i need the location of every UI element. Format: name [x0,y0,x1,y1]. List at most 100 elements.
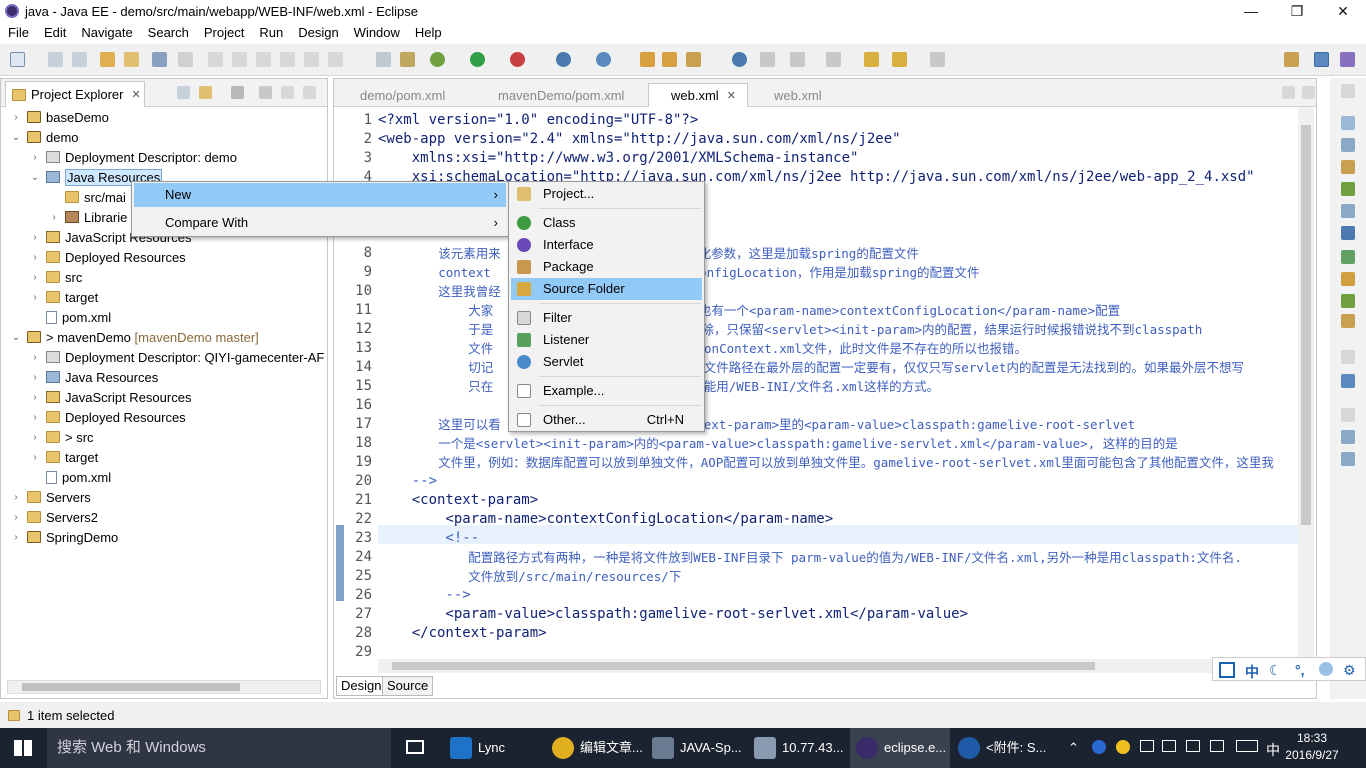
taskbar-app-java-sp[interactable]: JAVA-Sp... [646,728,746,768]
code-line[interactable]: <?xml version="1.0" encoding="UTF-8"?> [378,111,698,130]
java-perspective-icon[interactable] [1340,52,1355,67]
expand-icon[interactable]: › [30,292,40,303]
expand-icon[interactable]: › [30,392,40,403]
ime-expand-icon[interactable] [1219,662,1235,678]
collapse-icon[interactable]: ⌄ [30,172,40,183]
close-icon[interactable]: ✕ [727,89,736,102]
hierarchy-icon[interactable] [1341,430,1355,444]
menu-window[interactable]: Window [354,25,400,40]
tree-item-deployed-resources[interactable]: › Deployed Resources [30,247,185,267]
restore-icon[interactable] [1341,408,1355,422]
tree-item-libraries[interactable]: › Librarie [49,207,127,227]
toggle-icon[interactable] [376,52,391,67]
markers-icon[interactable] [1341,160,1355,174]
last-edit-icon[interactable] [864,52,879,67]
code-line[interactable]: --> [378,472,437,491]
expand-icon[interactable]: › [11,512,21,523]
tree-item-servers2[interactable]: › Servers2 [11,507,98,527]
new-java-class-icon[interactable] [596,52,611,67]
taskbar-app-eclipse[interactable]: eclipse.e... [850,728,950,768]
console-icon[interactable] [152,52,167,67]
expand-icon[interactable]: › [11,112,21,123]
ime-punct-icon[interactable]: °, [1295,662,1305,678]
tab-mavendemo-pom[interactable]: mavenDemo/pom.xml [476,83,642,107]
back-icon[interactable] [892,52,907,67]
minimize-view-icon[interactable] [281,86,294,99]
menu-item-example[interactable]: Example... [511,380,702,402]
code-line[interactable]: 文件放到/src/main/resources/下 [378,567,681,586]
code-line[interactable]: 这里可以看 一个是<context-param>里的<param-value>c… [378,415,1135,434]
scrollbar-thumb[interactable] [22,683,240,691]
prev-annotation-icon[interactable] [826,52,841,67]
scrollbar-thumb[interactable] [1301,125,1311,525]
ime-settings-icon[interactable]: ⚙ [1343,662,1356,679]
maximize-button[interactable]: ❐ [1274,0,1320,22]
menu-design[interactable]: Design [298,25,338,40]
collapse-all-icon[interactable] [177,86,190,99]
maximize-editor-icon[interactable] [1302,86,1315,99]
menu-help[interactable]: Help [415,25,442,40]
minimize-editor-icon[interactable] [1282,86,1295,99]
code-line[interactable]: 这里我曾经 [378,282,501,301]
menu-edit[interactable]: Edit [44,25,66,40]
link-editor-icon[interactable] [199,86,212,99]
wifi-icon[interactable] [1210,740,1224,752]
console-view-icon[interactable] [1341,294,1355,308]
taskbar-app-lync[interactable]: Lync [444,728,540,768]
menu-item-filter[interactable]: Filter [511,307,702,329]
pencil-icon[interactable] [686,52,701,67]
volume-icon[interactable] [1186,740,1200,752]
palette-icon[interactable] [1341,374,1355,388]
history-icon[interactable] [1341,314,1355,328]
step-into-icon[interactable] [304,52,319,67]
expand-icon[interactable]: › [30,152,40,163]
tree-item-java-resources[interactable]: › Java Resources [30,367,158,387]
code-line[interactable]: <param-value>classpath:gamelive-root-ser… [378,605,968,624]
code-line[interactable]: 一个是<servlet><init-param>内的<param-value>c… [378,434,1178,453]
action-center-icon[interactable] [1162,740,1176,752]
data-source-icon[interactable] [1341,250,1355,264]
maximize-view-icon[interactable] [303,86,316,99]
menu-item-new[interactable]: New › [134,183,506,207]
menu-navigate[interactable]: Navigate [81,25,132,40]
run-icon[interactable] [470,52,485,67]
taskbar-app-remote[interactable]: 10.77.43... [748,728,848,768]
servers-icon[interactable] [1341,182,1355,196]
open-task-icon[interactable] [662,52,677,67]
scrollbar-thumb[interactable] [392,662,1095,670]
expand-icon[interactable]: › [30,252,40,263]
debug-icon[interactable] [430,52,445,67]
menu-item-listener[interactable]: Listener [511,329,702,351]
tree-item-basedemo[interactable]: › baseDemo [11,107,109,127]
menu-item-project[interactable]: Project... [511,183,702,205]
properties-icon[interactable] [1341,204,1355,218]
terminate-icon[interactable] [256,52,271,67]
tab-source[interactable]: Source [382,676,434,696]
build-icon[interactable] [100,52,115,67]
taskbar-app-chrome[interactable]: 编辑文章... [546,728,646,768]
expand-icon[interactable]: › [11,532,21,543]
code-line[interactable]: xmlns:xsi="http://www.w3.org/2001/XMLSch… [378,149,859,168]
code-line[interactable]: 文件里，例如：数据库配置可以放到单独文件，AOP配置可以放到单独文件里。game… [378,453,1274,472]
tab-project-explorer[interactable]: Project Explorer ✕ [5,81,145,107]
restore-icon[interactable] [1341,84,1355,98]
progress-icon[interactable] [1341,452,1355,466]
open-type-icon[interactable] [124,52,139,67]
globe-icon[interactable] [732,52,747,67]
ime-moon-icon[interactable]: ☾ [1269,662,1282,679]
collapse-icon[interactable]: ⌄ [11,132,21,143]
java-ee-perspective-icon[interactable] [1314,52,1329,67]
qq-icon[interactable] [1116,740,1130,754]
code-line[interactable]: <context-param> [378,491,538,510]
code-line[interactable]: <web-app version="2.4" xmlns="http://jav… [378,130,901,149]
expand-icon[interactable]: › [30,352,40,363]
expand-icon[interactable]: › [30,432,40,443]
horizontal-scrollbar[interactable] [378,659,1298,673]
open-folder-icon[interactable] [640,52,655,67]
windows-start-icon[interactable] [14,740,32,756]
save-all-icon[interactable] [72,52,87,67]
tree-item-pom[interactable]: pom.xml [30,467,111,487]
menu-project[interactable]: Project [204,25,244,40]
expand-icon[interactable]: › [30,372,40,383]
tree-item-deployment-descriptor[interactable]: › Deployment Descriptor: demo [30,147,237,167]
